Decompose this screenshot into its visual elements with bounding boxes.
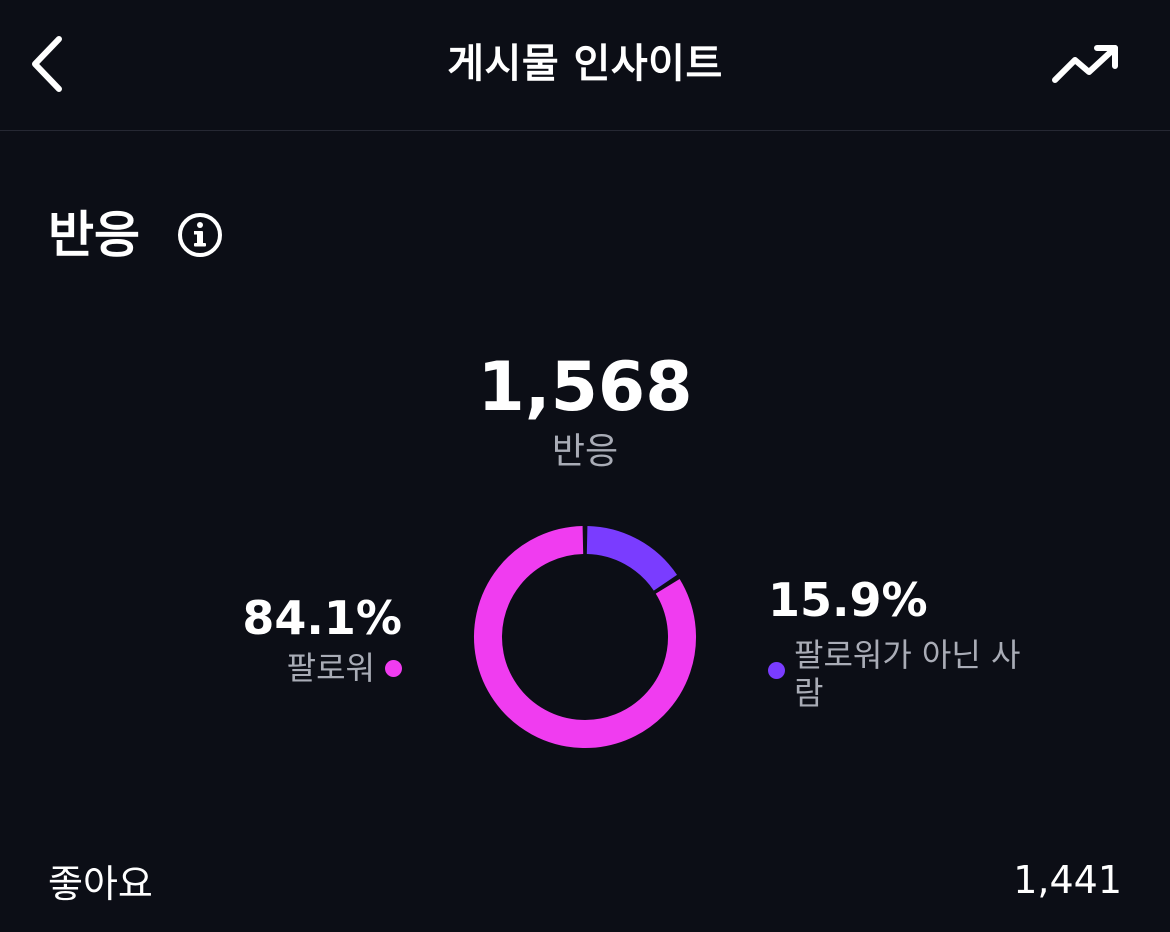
info-icon xyxy=(178,213,222,257)
likes-value: 1,441 xyxy=(1013,858,1122,902)
total-reactions-label: 반응 xyxy=(551,431,619,472)
non-followers-legend: 15.9% 팔로워가 아닌 사람 xyxy=(768,570,1048,712)
section-title: 반응 xyxy=(48,206,140,264)
info-button[interactable] xyxy=(176,211,224,259)
top-bar: 게시물 인사이트 xyxy=(0,0,1170,131)
followers-label: 팔로워 xyxy=(286,649,375,687)
total-reactions-value: 1,568 xyxy=(477,348,693,427)
trend-button[interactable] xyxy=(1046,34,1126,94)
post-insights-screen: 게시물 인사이트 반응 1,568 반응 84.1% 팔로워 15.9% 팔로워… xyxy=(0,0,1170,932)
non-followers-percent: 15.9% xyxy=(768,573,928,627)
non-followers-segment xyxy=(586,526,678,591)
likes-label: 좋아요 xyxy=(48,861,153,906)
followers-dot xyxy=(385,659,402,677)
reactions-donut-chart xyxy=(474,526,696,748)
trending-up-icon xyxy=(1052,45,1118,83)
non-followers-label: 팔로워가 아닌 사람 xyxy=(794,636,1021,712)
likes-row[interactable]: 좋아요 1,441 xyxy=(48,850,1122,910)
non-followers-dot xyxy=(768,662,785,679)
followers-legend: 84.1% 팔로워 xyxy=(242,588,402,688)
page-title: 게시물 인사이트 xyxy=(447,41,723,87)
followers-percent: 84.1% xyxy=(242,591,402,645)
